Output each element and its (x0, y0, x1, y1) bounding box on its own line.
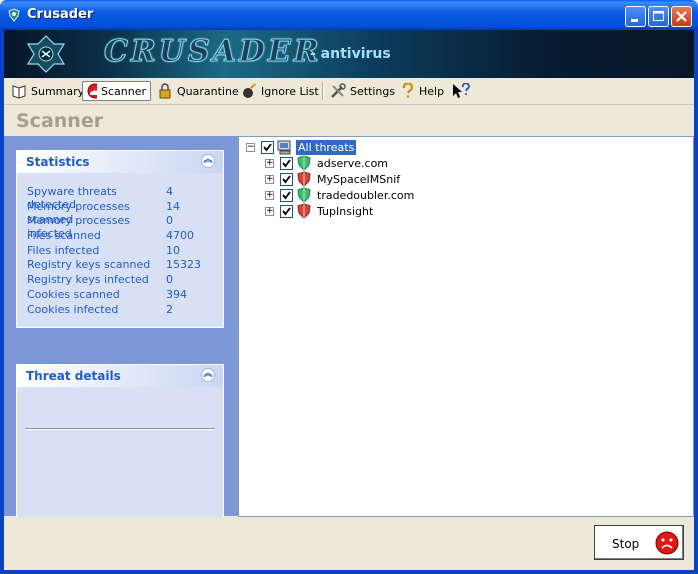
tree-item-label: adserve.com (317, 156, 389, 170)
checkmark-icon (282, 174, 291, 183)
lock-icon (159, 83, 171, 99)
toolbar-summary[interactable]: Summary (7, 81, 88, 101)
banner: CRUSADER - antivirus (4, 30, 694, 78)
tree-root-label: All threats (296, 139, 357, 155)
tree-item[interactable]: + TupInsight (265, 203, 375, 219)
question-icon (402, 83, 413, 98)
toolbar-quarantine-label: Quarantine (177, 84, 239, 98)
expand-toggle-icon[interactable]: + (265, 190, 274, 200)
tree-item[interactable]: + tradedoubler.com (265, 187, 416, 203)
stat-row: Registry keys infected 0 (27, 273, 173, 287)
expand-toggle-icon[interactable]: + (265, 174, 274, 184)
scanner-icon (87, 83, 97, 99)
expand-toggle-icon[interactable]: + (265, 158, 274, 168)
bottom-bar: Stop (4, 517, 694, 570)
collapse-chevron-icon[interactable]: ︽ (201, 154, 215, 168)
item-checkbox[interactable] (280, 204, 293, 218)
shield-low-icon (297, 187, 311, 203)
stat-row: Cookies scanned 394 (27, 287, 187, 301)
stat-row: Registry keys scanned 15323 (27, 258, 201, 272)
checkmark-icon (282, 190, 291, 199)
toolbar-help[interactable]: Help (397, 81, 448, 101)
tree-item[interactable]: + MySpaceIMSnif (265, 171, 402, 187)
banner-title: CRUSADER (104, 34, 322, 70)
window-title: Crusader (27, 7, 94, 22)
threat-details-title: Threat details (26, 369, 121, 383)
close-button[interactable] (671, 6, 692, 27)
computer-icon (277, 140, 291, 155)
item-checkbox[interactable] (280, 188, 293, 202)
toolbar-ignore-list[interactable]: Ignore List (237, 81, 323, 101)
tree-root[interactable]: − All threats (246, 139, 357, 155)
tree-item[interactable]: + adserve.com (265, 155, 390, 171)
stat-row: Cookies infected 2 (27, 302, 173, 316)
maximize-button[interactable] (648, 6, 669, 27)
threat-details-header[interactable]: Threat details ︽ (17, 365, 223, 387)
toolbar-summary-label: Summary (31, 84, 85, 98)
statistics-title: Statistics (26, 155, 90, 169)
statistics-group: Statistics ︽ Spyware threats detected 4 M… (16, 150, 224, 328)
stat-row: Spyware threats detected 4 (27, 185, 173, 211)
checkmark-icon (282, 158, 291, 167)
left-task-pane: Statistics ︽ Spyware threats detected 4 M… (4, 136, 238, 532)
title-bar[interactable]: Crusader (0, 0, 698, 30)
threat-tree[interactable]: − All threats + adserve.com + MySpaceIMS… (238, 136, 694, 517)
toolbar-settings-label: Settings (350, 84, 396, 98)
minimize-button[interactable] (625, 6, 646, 27)
toolbar-scanner[interactable]: Scanner (82, 81, 151, 101)
banner-subtitle: - antivirus (310, 46, 391, 62)
toolbar-settings[interactable]: Settings (326, 81, 399, 101)
stat-row: Memory processes infected 0 (27, 214, 173, 241)
crusader-shield-logo (26, 35, 66, 73)
client-area: CRUSADER - antivirus Summary Scanner Qua… (4, 30, 694, 570)
checkmark-icon (263, 142, 272, 151)
shield-low-icon (297, 155, 311, 171)
toolbar-scanner-label: Scanner (100, 84, 146, 98)
toolbar-help-label: Help (419, 84, 445, 98)
collapse-toggle-icon[interactable]: − (246, 142, 255, 152)
close-icon (676, 11, 687, 22)
threat-details-divider (25, 428, 215, 430)
stat-row: Memory processes scanned 14 (27, 199, 180, 226)
item-checkbox[interactable] (280, 172, 293, 186)
stop-button-label: Stop (612, 537, 640, 551)
statistics-header[interactable]: Statistics ︽ (17, 151, 223, 173)
shield-high-icon (297, 203, 311, 219)
shield-high-icon (297, 171, 311, 187)
bomb-icon (243, 83, 256, 98)
root-checkbox[interactable] (261, 140, 274, 154)
tools-icon (331, 83, 346, 98)
app-icon (8, 8, 20, 22)
checkmark-icon (282, 206, 291, 215)
expand-toggle-icon[interactable]: + (265, 206, 274, 216)
toolbar-separator (322, 82, 324, 100)
stop-button[interactable]: Stop (594, 525, 684, 560)
toolbar-quarantine[interactable]: Quarantine (153, 81, 243, 101)
toolbar: Summary Scanner Quarantine Ignore List S… (4, 78, 694, 105)
stat-row: Files infected 10 (27, 243, 180, 257)
maximize-icon (653, 11, 664, 21)
app-window: Crusader CRUSADER - antivirus Summary Sc… (0, 0, 698, 574)
stat-row: Files scanned 4700 (27, 229, 194, 243)
threat-details-group: Threat details ︽ (16, 364, 224, 532)
page-title: Scanner (16, 110, 104, 132)
tree-item-label: tradedoubler.com (317, 188, 415, 202)
whats-this-cursor-icon (453, 83, 470, 98)
stop-face-icon (655, 531, 679, 555)
book-icon (12, 85, 26, 99)
tree-item-label: MySpaceIMSnif (317, 172, 401, 186)
toolbar-whats-this[interactable] (447, 81, 475, 101)
tree-item-label: TupInsight (317, 204, 374, 218)
collapse-chevron-icon[interactable]: ︽ (201, 368, 215, 382)
toolbar-ignore-list-label: Ignore List (261, 84, 319, 98)
minimize-icon (631, 19, 638, 22)
statistics-list: Spyware threats detected 4 Memory process… (27, 185, 201, 317)
item-checkbox[interactable] (280, 156, 293, 170)
